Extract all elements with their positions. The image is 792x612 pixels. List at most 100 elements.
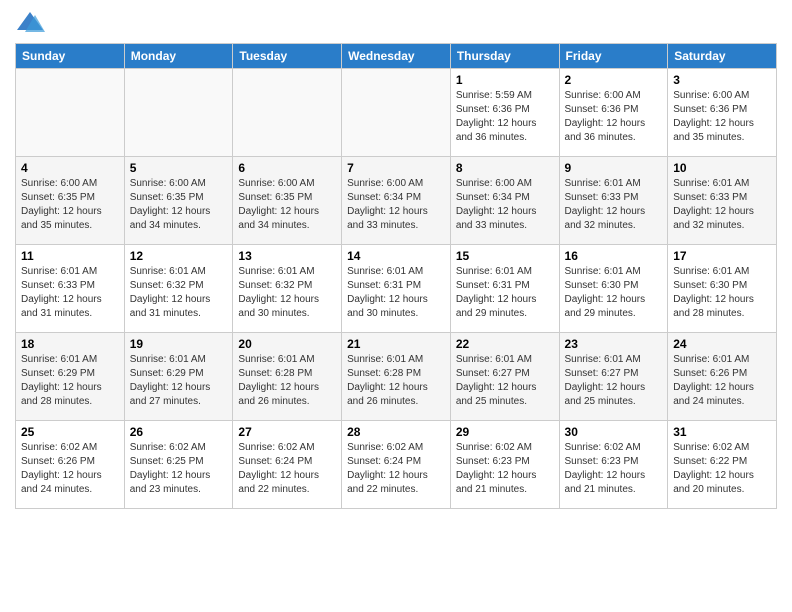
- day-info: Sunrise: 6:00 AMSunset: 6:35 PMDaylight:…: [21, 177, 119, 233]
- day-info: Sunrise: 6:01 AMSunset: 6:30 PMDaylight:…: [673, 265, 771, 321]
- day-info: Sunrise: 6:00 AMSunset: 6:35 PMDaylight:…: [238, 177, 336, 233]
- day-number: 6: [238, 161, 336, 175]
- logo: [15, 10, 49, 35]
- day-cell-4: 4 Sunrise: 6:00 AMSunset: 6:35 PMDaylight…: [16, 157, 125, 245]
- day-cell-29: 29Sunrise: 6:02 AMSunset: 6:23 PMDayligh…: [450, 421, 559, 509]
- day-number: 31: [673, 425, 771, 439]
- day-cell-7: 7Sunrise: 6:00 AMSunset: 6:34 PMDaylight…: [342, 157, 451, 245]
- day-number: 10: [673, 161, 771, 175]
- day-number: 30: [565, 425, 663, 439]
- day-cell-30: 30 Sunrise: 6:02 AMSunset: 6:23 PMDayligh…: [559, 421, 668, 509]
- week-row-1: 1 Sunrise: 5:59 AMSunset: 6:36 PMDaylight…: [16, 69, 777, 157]
- day-cell-24: 24 Sunrise: 6:01 AMSunset: 6:26 PMDayligh…: [668, 333, 777, 421]
- day-info: Sunrise: 6:02 AMSunset: 6:24 PMDaylight:…: [347, 441, 445, 497]
- day-info: Sunrise: 6:02 AMSunset: 6:25 PMDaylight:…: [130, 441, 228, 497]
- weekday-header-tuesday: Tuesday: [233, 44, 342, 69]
- day-number: 5: [130, 161, 228, 175]
- day-cell-12: 12 Sunrise: 6:01 AMSunset: 6:32 PMDayligh…: [124, 245, 233, 333]
- day-cell-25: 25 Sunrise: 6:02 AMSunset: 6:26 PMDayligh…: [16, 421, 125, 509]
- page-header: [15, 10, 777, 35]
- day-cell-28: 28 Sunrise: 6:02 AMSunset: 6:24 PMDayligh…: [342, 421, 451, 509]
- day-cell-13: 13 Sunrise: 6:01 AMSunset: 6:32 PMDayligh…: [233, 245, 342, 333]
- week-row-3: 11 Sunrise: 6:01 AMSunset: 6:33 PMDayligh…: [16, 245, 777, 333]
- day-info: Sunrise: 6:01 AMSunset: 6:32 PMDaylight:…: [130, 265, 228, 321]
- day-info: Sunrise: 6:01 AMSunset: 6:27 PMDaylight:…: [456, 353, 554, 409]
- day-number: 24: [673, 337, 771, 351]
- day-number: 18: [21, 337, 119, 351]
- day-cell-19: 19 Sunrise: 6:01 AMSunset: 6:29 PMDayligh…: [124, 333, 233, 421]
- day-cell-6: 6 Sunrise: 6:00 AMSunset: 6:35 PMDaylight…: [233, 157, 342, 245]
- day-info: Sunrise: 6:01 AMSunset: 6:28 PMDaylight:…: [347, 353, 445, 409]
- day-number: 20: [238, 337, 336, 351]
- day-cell-27: 27Sunrise: 6:02 AMSunset: 6:24 PMDayligh…: [233, 421, 342, 509]
- logo-icon: [15, 10, 45, 35]
- empty-cell: [16, 69, 125, 157]
- day-info: Sunrise: 6:02 AMSunset: 6:23 PMDaylight:…: [456, 441, 554, 497]
- day-info: Sunrise: 6:02 AMSunset: 6:23 PMDaylight:…: [565, 441, 663, 497]
- day-cell-11: 11 Sunrise: 6:01 AMSunset: 6:33 PMDayligh…: [16, 245, 125, 333]
- day-number: 28: [347, 425, 445, 439]
- day-cell-31: 31 Sunrise: 6:02 AMSunset: 6:22 PMDayligh…: [668, 421, 777, 509]
- day-number: 1: [456, 73, 554, 87]
- day-number: 17: [673, 249, 771, 263]
- day-cell-2: 2Sunrise: 6:00 AMSunset: 6:36 PMDaylight…: [559, 69, 668, 157]
- day-number: 23: [565, 337, 663, 351]
- day-info: Sunrise: 6:01 AMSunset: 6:30 PMDaylight:…: [565, 265, 663, 321]
- day-info: Sunrise: 6:00 AMSunset: 6:36 PMDaylight:…: [673, 89, 771, 145]
- weekday-header-friday: Friday: [559, 44, 668, 69]
- day-info: Sunrise: 6:00 AMSunset: 6:34 PMDaylight:…: [456, 177, 554, 233]
- day-number: 21: [347, 337, 445, 351]
- week-row-2: 4 Sunrise: 6:00 AMSunset: 6:35 PMDaylight…: [16, 157, 777, 245]
- day-number: 26: [130, 425, 228, 439]
- day-cell-1: 1 Sunrise: 5:59 AMSunset: 6:36 PMDaylight…: [450, 69, 559, 157]
- day-cell-5: 5 Sunrise: 6:00 AMSunset: 6:35 PMDaylight…: [124, 157, 233, 245]
- day-cell-9: 9 Sunrise: 6:01 AMSunset: 6:33 PMDaylight…: [559, 157, 668, 245]
- day-info: Sunrise: 6:00 AMSunset: 6:34 PMDaylight:…: [347, 177, 445, 233]
- day-info: Sunrise: 6:02 AMSunset: 6:26 PMDaylight:…: [21, 441, 119, 497]
- day-cell-22: 22 Sunrise: 6:01 AMSunset: 6:27 PMDayligh…: [450, 333, 559, 421]
- day-number: 13: [238, 249, 336, 263]
- day-number: 14: [347, 249, 445, 263]
- weekday-header-row: SundayMondayTuesdayWednesdayThursdayFrid…: [16, 44, 777, 69]
- day-number: 3: [673, 73, 771, 87]
- day-cell-17: 17 Sunrise: 6:01 AMSunset: 6:30 PMDayligh…: [668, 245, 777, 333]
- day-number: 16: [565, 249, 663, 263]
- day-info: Sunrise: 6:01 AMSunset: 6:31 PMDaylight:…: [456, 265, 554, 321]
- day-info: Sunrise: 6:00 AMSunset: 6:35 PMDaylight:…: [130, 177, 228, 233]
- day-cell-3: 3 Sunrise: 6:00 AMSunset: 6:36 PMDaylight…: [668, 69, 777, 157]
- day-info: Sunrise: 6:01 AMSunset: 6:29 PMDaylight:…: [21, 353, 119, 409]
- day-info: Sunrise: 6:01 AMSunset: 6:33 PMDaylight:…: [565, 177, 663, 233]
- empty-cell: [342, 69, 451, 157]
- day-cell-16: 16 Sunrise: 6:01 AMSunset: 6:30 PMDayligh…: [559, 245, 668, 333]
- day-cell-10: 10 Sunrise: 6:01 AMSunset: 6:33 PMDayligh…: [668, 157, 777, 245]
- empty-cell: [124, 69, 233, 157]
- day-info: Sunrise: 6:02 AMSunset: 6:22 PMDaylight:…: [673, 441, 771, 497]
- day-number: 22: [456, 337, 554, 351]
- day-number: 9: [565, 161, 663, 175]
- day-cell-21: 21 Sunrise: 6:01 AMSunset: 6:28 PMDayligh…: [342, 333, 451, 421]
- day-info: Sunrise: 5:59 AMSunset: 6:36 PMDaylight:…: [456, 89, 554, 145]
- day-info: Sunrise: 6:01 AMSunset: 6:33 PMDaylight:…: [673, 177, 771, 233]
- day-info: Sunrise: 6:01 AMSunset: 6:31 PMDaylight:…: [347, 265, 445, 321]
- day-cell-14: 14 Sunrise: 6:01 AMSunset: 6:31 PMDayligh…: [342, 245, 451, 333]
- day-number: 4: [21, 161, 119, 175]
- day-info: Sunrise: 6:01 AMSunset: 6:32 PMDaylight:…: [238, 265, 336, 321]
- day-number: 11: [21, 249, 119, 263]
- weekday-header-wednesday: Wednesday: [342, 44, 451, 69]
- day-number: 19: [130, 337, 228, 351]
- day-number: 25: [21, 425, 119, 439]
- day-cell-8: 8 Sunrise: 6:00 AMSunset: 6:34 PMDaylight…: [450, 157, 559, 245]
- day-info: Sunrise: 6:02 AMSunset: 6:24 PMDaylight:…: [238, 441, 336, 497]
- day-info: Sunrise: 6:01 AMSunset: 6:33 PMDaylight:…: [21, 265, 119, 321]
- weekday-header-thursday: Thursday: [450, 44, 559, 69]
- weekday-header-monday: Monday: [124, 44, 233, 69]
- day-info: Sunrise: 6:00 AMSunset: 6:36 PMDaylight:…: [565, 89, 663, 145]
- day-number: 12: [130, 249, 228, 263]
- day-info: Sunrise: 6:01 AMSunset: 6:28 PMDaylight:…: [238, 353, 336, 409]
- empty-cell: [233, 69, 342, 157]
- day-info: Sunrise: 6:01 AMSunset: 6:26 PMDaylight:…: [673, 353, 771, 409]
- day-info: Sunrise: 6:01 AMSunset: 6:29 PMDaylight:…: [130, 353, 228, 409]
- day-number: 8: [456, 161, 554, 175]
- day-cell-26: 26 Sunrise: 6:02 AMSunset: 6:25 PMDayligh…: [124, 421, 233, 509]
- day-cell-18: 18 Sunrise: 6:01 AMSunset: 6:29 PMDayligh…: [16, 333, 125, 421]
